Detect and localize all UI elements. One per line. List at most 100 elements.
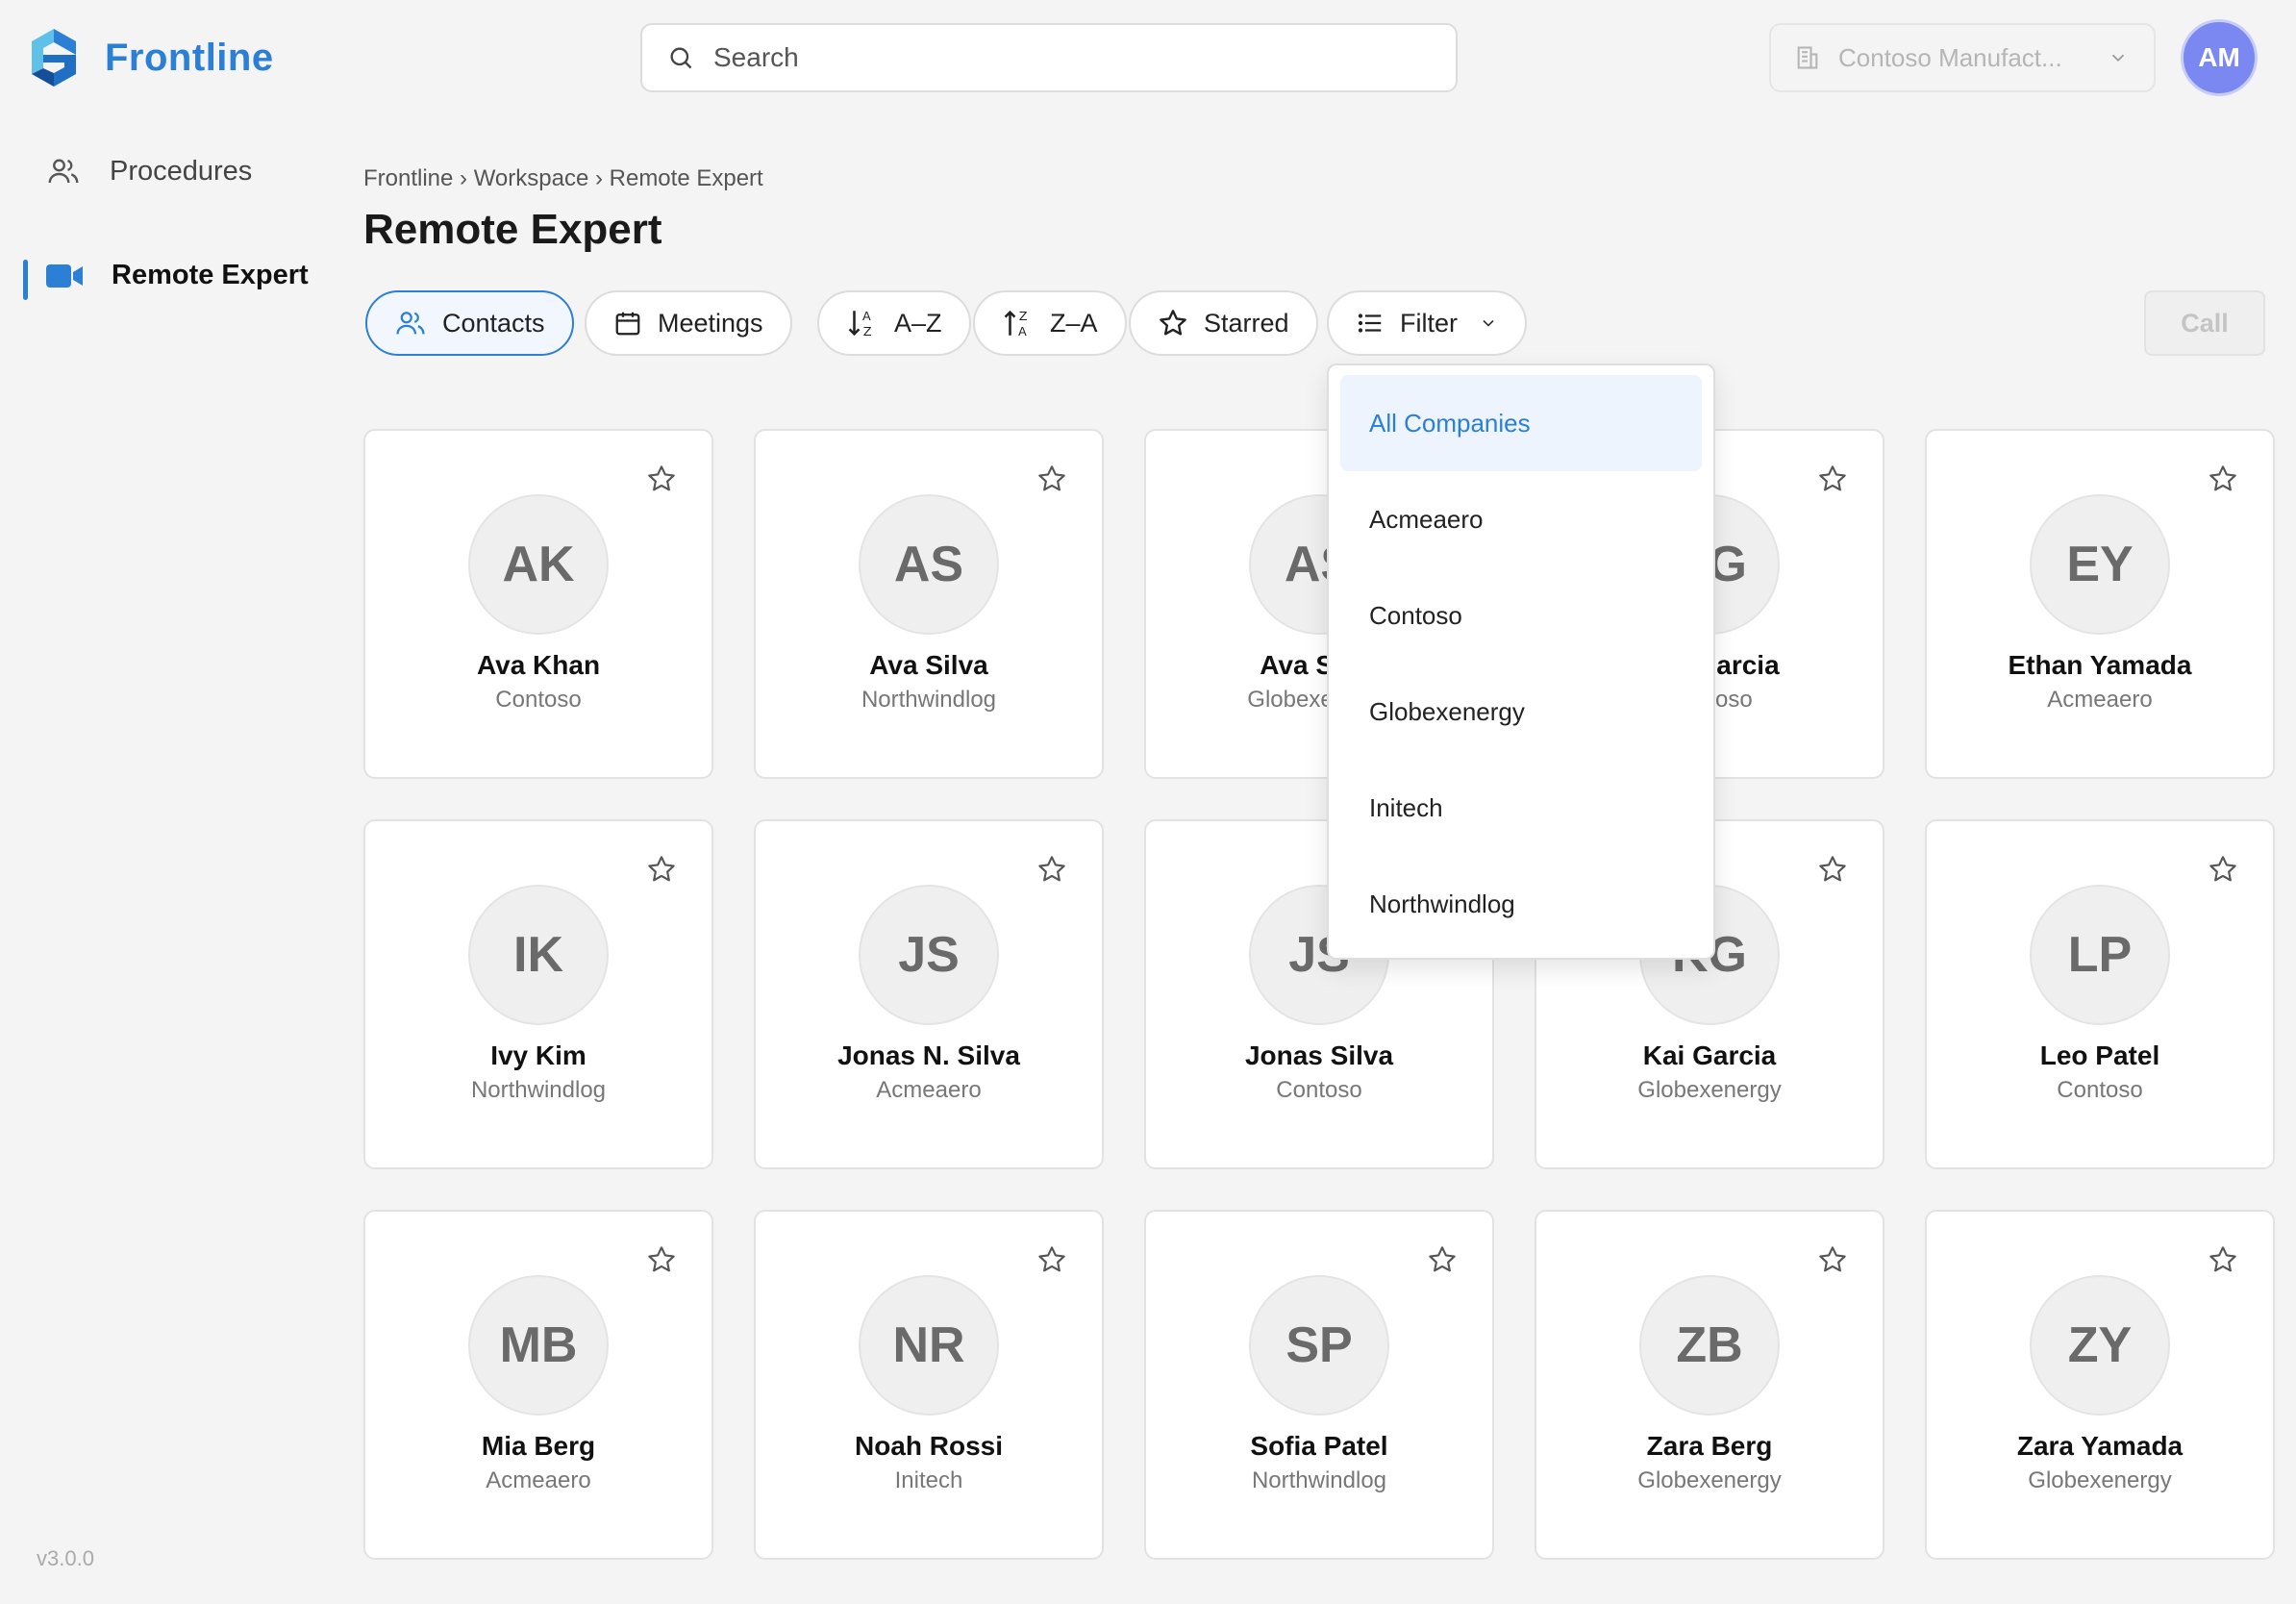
users-icon (48, 159, 79, 184)
contact-name: Ethan Yamada (2008, 650, 2192, 680)
svg-text:A: A (862, 310, 871, 324)
contact-company: Contoso (495, 687, 582, 713)
contact-company: Acmeaero (876, 1077, 982, 1103)
star-icon[interactable] (2208, 854, 2238, 885)
star-icon[interactable] (1427, 1244, 1458, 1275)
star-icon[interactable] (646, 854, 677, 885)
sort-ascending-icon: A Z (848, 310, 872, 339)
filter-label: Filter (1400, 308, 1458, 338)
contact-company: Contoso (2057, 1077, 2143, 1103)
contact-avatar: AK (468, 494, 609, 635)
search-box[interactable] (640, 23, 1458, 92)
page-title: Remote Expert (363, 206, 662, 253)
active-indicator (23, 260, 28, 300)
contact-name: Ava Silva (869, 650, 988, 680)
contact-card[interactable]: EY Ethan Yamada Acmeaero (1925, 429, 2275, 779)
filter-option-acmeaero[interactable]: Acmeaero (1340, 471, 1702, 567)
breadcrumb: Frontline › Workspace › Remote Expert (363, 165, 763, 191)
star-icon (1160, 310, 1186, 336)
contact-avatar: ZB (1639, 1275, 1780, 1416)
star-icon[interactable] (1036, 1244, 1067, 1275)
sort-za-button[interactable]: Z A Z–A (973, 290, 1127, 356)
contact-card[interactable]: LP Leo Patel Contoso (1925, 819, 2275, 1169)
contact-avatar: SP (1249, 1275, 1389, 1416)
star-icon[interactable] (646, 1244, 677, 1275)
tab-meetings[interactable]: Meetings (585, 290, 792, 356)
contact-company: Globexenergy (2028, 1467, 2172, 1493)
filter-option-contoso[interactable]: Contoso (1340, 567, 1702, 664)
app-version: v3.0.0 (37, 1546, 94, 1570)
contact-card[interactable]: AK Ava Khan Contoso (363, 429, 713, 779)
star-icon[interactable] (2208, 464, 2238, 494)
contact-name: Mia Berg (481, 1431, 596, 1461)
contact-card[interactable]: MB Mia Berg Acmeaero (363, 1210, 713, 1560)
contact-card[interactable]: NR Noah Rossi Initech (754, 1210, 1104, 1560)
star-icon[interactable] (1817, 464, 1848, 494)
filter-option-all-companies[interactable]: All Companies (1340, 375, 1702, 471)
contact-card[interactable]: SP Sofia Patel Northwindlog (1144, 1210, 1494, 1560)
star-icon[interactable] (1036, 854, 1067, 885)
starred-button[interactable]: Starred (1129, 290, 1318, 356)
tab-label: Meetings (658, 308, 763, 338)
sort-az-button[interactable]: A Z A–Z (817, 290, 971, 356)
contact-name: Ivy Kim (490, 1040, 586, 1070)
contact-company: Acmeaero (2047, 687, 2153, 713)
contact-name: Ava Khan (476, 650, 601, 680)
contact-name: Leo Patel (2039, 1040, 2160, 1070)
filter-option-northwindlog[interactable]: Northwindlog (1340, 856, 1702, 952)
contact-avatar: ZY (2030, 1275, 2170, 1416)
contact-name: Jonas Silva (1244, 1040, 1394, 1070)
starred-label: Starred (1204, 308, 1289, 338)
contact-company: Globexenergy (1637, 1077, 1782, 1103)
contact-company: Acmeaero (486, 1467, 591, 1493)
star-icon[interactable] (1036, 464, 1067, 494)
star-icon[interactable] (2208, 1244, 2238, 1275)
contact-company: Initech (894, 1467, 963, 1493)
contact-name: Zara Yamada (2016, 1431, 2184, 1461)
user-avatar[interactable]: AM (2181, 19, 2258, 96)
contact-card[interactable]: ZY Zara Yamada Globexenergy (1925, 1210, 2275, 1560)
users-icon (396, 312, 425, 335)
sidebar-item-remote-expert[interactable]: Remote Expert (46, 260, 309, 291)
contact-name: Jonas N. Silva (837, 1040, 1020, 1070)
sort-descending-icon: Z A (1004, 310, 1028, 339)
svg-text:Z: Z (863, 325, 872, 339)
tab-contacts[interactable]: Contacts (365, 290, 574, 356)
contact-card[interactable]: IK Ivy Kim Northwindlog (363, 819, 713, 1169)
company-select[interactable]: Contoso Manufact... (1769, 23, 2156, 92)
star-icon[interactable] (646, 464, 677, 494)
contact-company: Northwindlog (861, 687, 997, 713)
contact-company: Northwindlog (1251, 1467, 1387, 1493)
sidebar-item-procedures[interactable]: Procedures (46, 154, 252, 188)
sort-za-label: Z–A (1050, 308, 1098, 338)
call-button[interactable]: Call (2144, 290, 2265, 356)
frontline-logo-icon (32, 29, 76, 87)
filter-button[interactable]: Filter (1327, 290, 1527, 356)
contact-avatar: MB (468, 1275, 609, 1416)
app-logo[interactable]: Frontline (26, 26, 274, 89)
filter-option-globexenergy[interactable]: Globexenergy (1340, 664, 1702, 760)
contact-company: Globexenergy (1637, 1467, 1782, 1493)
contact-company: Contoso (1276, 1077, 1362, 1103)
contact-avatar: AS (859, 494, 999, 635)
contact-name: Noah Rossi (854, 1431, 1004, 1461)
star-icon[interactable] (1817, 1244, 1848, 1275)
contact-avatar: IK (468, 885, 609, 1025)
search-icon (670, 47, 692, 69)
star-icon[interactable] (1817, 854, 1848, 885)
search-input[interactable] (713, 42, 1425, 73)
building-icon (1797, 46, 1818, 69)
contact-card[interactable]: JS Jonas N. Silva Acmeaero (754, 819, 1104, 1169)
contact-avatar: JS (859, 885, 999, 1025)
svg-text:Z: Z (1019, 310, 1028, 324)
filter-option-initech[interactable]: Initech (1340, 760, 1702, 856)
sidebar-item-label: Procedures (110, 155, 253, 187)
filter-dropdown: All Companies Acmeaero Contoso Globexene… (1327, 363, 1715, 960)
contact-card[interactable]: AS Ava Silva Northwindlog (754, 429, 1104, 779)
contact-name: Kai Garcia (1642, 1040, 1777, 1070)
contact-avatar: LP (2030, 885, 2170, 1025)
chevron-down-icon (2111, 54, 2125, 63)
contact-card[interactable]: ZB Zara Berg Globexenergy (1535, 1210, 1884, 1560)
app-name: Frontline (105, 36, 274, 79)
sort-az-label: A–Z (894, 308, 942, 338)
